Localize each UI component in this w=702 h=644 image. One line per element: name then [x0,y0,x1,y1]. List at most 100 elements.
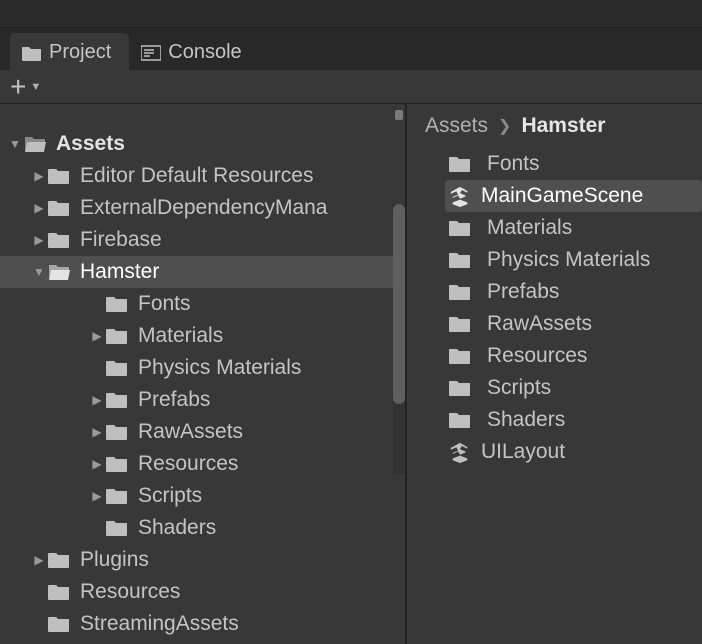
content-item-physics-materials[interactable]: Physics Materials [445,244,702,276]
folder-icon [449,283,471,301]
tree-item-plugins[interactable]: ▶ Plugins [0,544,405,576]
tree-item-resources[interactable]: Resources [0,576,405,608]
content-item-label: UILayout [481,440,565,464]
tree-item-label: Editor Default Resources [80,164,313,188]
tab-console[interactable]: Console [129,33,259,70]
content-item-scripts[interactable]: Scripts [445,372,702,404]
folder-icon [449,219,471,237]
tab-console-label: Console [168,41,241,64]
chevron-right-icon[interactable]: ▶ [88,489,106,503]
breadcrumb-root[interactable]: Assets [425,114,488,138]
content-item-materials[interactable]: Materials [445,212,702,244]
folder-icon [106,455,128,473]
folder-icon [106,327,128,345]
folder-icon [106,487,128,505]
tree-item-label: RawAssets [138,420,243,444]
tree-item-label: StreamingAssets [80,612,239,636]
tree-item-label: Shaders [138,516,216,540]
content-item-label: Scripts [487,376,551,400]
tree-item-hamster[interactable]: ▼Hamster [0,256,405,288]
folder-icon [449,411,471,429]
folder-icon [106,359,128,377]
tree-item-resources[interactable]: ▶ Resources [0,448,405,480]
chevron-right-icon[interactable]: ▶ [30,169,48,183]
folder-icon [24,135,46,153]
add-button[interactable]: + [10,73,26,101]
content-item-rawassets[interactable]: RawAssets [445,308,702,340]
tree-item-materials[interactable]: ▶ Materials [0,320,405,352]
tree-item-firebase[interactable]: ▶ Firebase [0,224,405,256]
folder-icon [22,45,42,61]
window-titlebar [0,0,702,28]
tree-item-label: Resources [138,452,238,476]
folder-icon [106,391,128,409]
tree-item-streamingassets[interactable]: StreamingAssets [0,608,405,640]
unity-scene-icon [449,185,471,207]
chevron-right-icon[interactable]: ▶ [30,201,48,215]
folder-tree: ▼ Assets ▶ Editor Default Resources ▶Externa… [0,104,405,640]
folder-icon [106,423,128,441]
tree-item-label: Materials [138,324,223,348]
chevron-down-icon[interactable]: ▼ [30,265,48,279]
console-icon [141,45,161,61]
folder-icon [48,263,70,281]
folder-icon [449,315,471,333]
scrollbar-track[interactable] [393,204,405,474]
content-item-label: Physics Materials [487,248,650,272]
tree-item-physics-materials[interactable]: Physics Materials [0,352,405,384]
tree-item-rawassets[interactable]: ▶ RawAssets [0,416,405,448]
tree-item-editor-default-resources[interactable]: ▶ Editor Default Resources [0,160,405,192]
folder-icon [106,295,128,313]
folder-icon [48,583,70,601]
chevron-right-icon[interactable]: ▶ [30,553,48,567]
breadcrumb-current[interactable]: Hamster [521,114,605,138]
breadcrumb: Assets ❯ Hamster [417,110,702,148]
chevron-right-icon[interactable]: ▶ [88,425,106,439]
folder-content-list: Fonts MainGameSceneMaterials Physics Mater… [417,148,702,468]
folder-icon [449,155,471,173]
tree-item-fonts[interactable]: Fonts [0,288,405,320]
chevron-right-icon: ❯ [498,116,511,136]
tree-item-label: Fonts [138,292,191,316]
tree-item-label: Physics Materials [138,356,301,380]
tab-project[interactable]: Project [10,33,129,70]
tree-item-shaders[interactable]: Shaders [0,512,405,544]
tree-item-label: Prefabs [138,388,210,412]
tree-item-assets[interactable]: ▼ Assets [0,128,405,160]
content-item-label: Fonts [487,152,540,176]
folder-icon [48,167,70,185]
content-item-fonts[interactable]: Fonts [445,148,702,180]
chevron-right-icon[interactable]: ▶ [88,329,106,343]
content-item-maingamescene[interactable]: MainGameScene [445,180,702,212]
folder-icon [48,615,70,633]
toolbar: + ▼ [0,70,702,104]
tree-item-prefabs[interactable]: ▶ Prefabs [0,384,405,416]
folder-icon [48,231,70,249]
tree-item-label: Plugins [80,548,149,572]
content-item-label: Shaders [487,408,565,432]
tree-item-label: Assets [56,132,125,156]
add-dropdown-caret-icon[interactable]: ▼ [30,81,41,93]
tree-item-scripts[interactable]: ▶ Scripts [0,480,405,512]
tab-bar: Project Console [0,28,702,70]
content-item-shaders[interactable]: Shaders [445,404,702,436]
content-item-label: Resources [487,344,587,368]
content-item-resources[interactable]: Resources [445,340,702,372]
chevron-right-icon[interactable]: ▶ [30,233,48,247]
content-item-uilayout[interactable]: UILayout [445,436,702,468]
content-item-label: RawAssets [487,312,592,336]
folder-icon [106,519,128,537]
pane-splitter-handle[interactable] [395,110,403,120]
folder-icon [449,251,471,269]
content-pane: Assets ❯ Hamster Fonts MainGameSceneMater… [405,104,702,644]
tree-item-label: Firebase [80,228,162,252]
chevron-right-icon[interactable]: ▶ [88,457,106,471]
chevron-right-icon[interactable]: ▶ [88,393,106,407]
folder-icon [48,551,70,569]
chevron-down-icon[interactable]: ▼ [6,137,24,151]
tree-item-label: Scripts [138,484,202,508]
content-item-label: Prefabs [487,280,559,304]
tree-item-externaldependencymana[interactable]: ▶ExternalDependencyMana [0,192,405,224]
content-item-prefabs[interactable]: Prefabs [445,276,702,308]
scrollbar-thumb[interactable] [393,204,405,404]
